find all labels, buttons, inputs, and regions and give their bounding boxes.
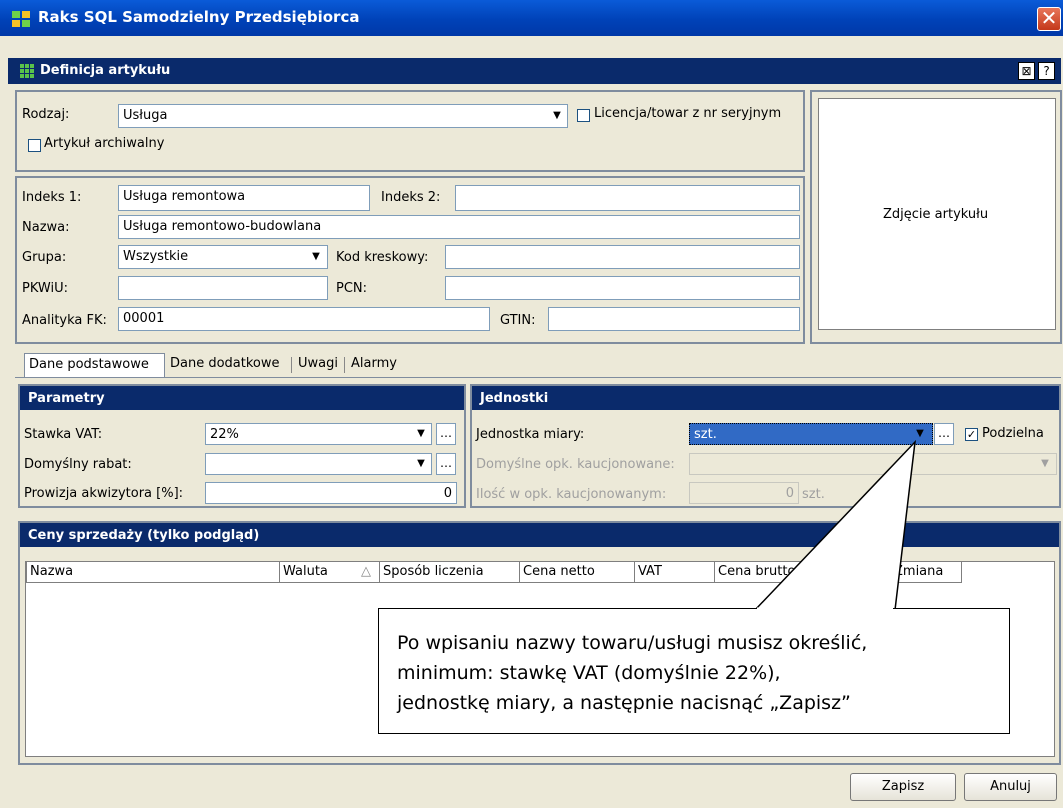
archiwalny-label: Artykuł archiwalny (44, 136, 165, 151)
restore-icon[interactable]: ⊠ (1018, 62, 1035, 80)
gtin-label: GTIN: (500, 313, 536, 328)
col-waluta[interactable]: Waluta △ (280, 561, 380, 583)
jm-select[interactable]: szt. (689, 423, 933, 445)
analityka-label: Analityka FK: (22, 313, 107, 328)
kod-input[interactable] (445, 245, 800, 269)
vat-label: Stawka VAT: (24, 427, 103, 442)
kod-label: Kod kreskowy: (336, 250, 429, 265)
callout-line: Po wpisaniu nazwy towaru/usługi musisz o… (397, 632, 868, 654)
opk-select[interactable] (689, 453, 1057, 475)
callout-text: Po wpisaniu nazwy towaru/usługi musisz o… (397, 628, 867, 718)
podzielna-checkbox[interactable]: ✓ (965, 428, 978, 441)
tab-dane-podstawowe[interactable]: Dane podstawowe (24, 353, 165, 377)
rabat-label: Domyślny rabat: (24, 457, 132, 472)
parametry-title: Parametry (20, 386, 464, 410)
col-cena-brutto[interactable]: Cena brutto (715, 561, 840, 583)
col-vat[interactable]: VAT (635, 561, 715, 583)
form-header: Definicja artykułu ⊠ ? (8, 58, 1061, 84)
chevron-down-icon[interactable]: ▼ (412, 454, 430, 474)
pcn-label: PCN: (336, 281, 368, 296)
app-icon (12, 11, 30, 27)
chevron-down-icon[interactable]: ▼ (548, 106, 566, 126)
rabat-select[interactable] (205, 453, 432, 475)
jm-label: Jednostka miary: (476, 427, 585, 442)
window-title-bar[interactable]: Raks SQL Samodzielny Przedsiębiorca ✕ (0, 0, 1063, 36)
rodzaj-group (15, 90, 805, 172)
help-icon[interactable]: ? (1038, 62, 1055, 80)
grupa-label: Grupa: (22, 250, 67, 265)
pcn-input[interactable] (445, 276, 800, 300)
chevron-down-icon[interactable]: ▼ (307, 247, 325, 267)
vat-ellipsis-button[interactable]: … (436, 423, 456, 445)
chevron-down-icon[interactable]: ▼ (911, 424, 929, 444)
chevron-down-icon[interactable]: ▼ (412, 424, 430, 444)
indeks1-label: Indeks 1: (22, 190, 82, 205)
ceny-title: Ceny sprzedaży (tylko podgląd) (20, 523, 1059, 547)
col-zmiana[interactable]: Zmiana (840, 561, 962, 583)
form-title: Definicja artykułu (40, 63, 171, 78)
pkwiu-label: PKWiU: (22, 281, 68, 296)
col-nazwa[interactable]: Nazwa (26, 561, 280, 583)
pkwiu-input[interactable] (118, 276, 328, 300)
rodzaj-label: Rodzaj: (22, 107, 70, 122)
callout-line: jednostkę miary, a następnie nacisnąć „Z… (397, 692, 851, 714)
col-cena-netto[interactable]: Cena netto (520, 561, 635, 583)
close-icon[interactable]: ✕ (1037, 7, 1061, 31)
tab-separator (291, 357, 292, 373)
grupa-select[interactable]: Wszystkie (118, 245, 328, 269)
podzielna-label: Podzielna (982, 426, 1044, 441)
licencja-checkbox[interactable] (577, 109, 590, 122)
tab-divider (15, 377, 1061, 378)
chevron-down-icon[interactable]: ▼ (1036, 454, 1054, 474)
tab-separator (344, 357, 345, 373)
analityka-input[interactable]: 00001 (118, 307, 490, 331)
nazwa-input[interactable]: Usługa remontowo-budowlana (118, 215, 800, 239)
callout-line: minimum: stawkę VAT (domyślnie 22%), (397, 662, 781, 684)
prowizja-input[interactable]: 0 (205, 482, 457, 504)
ilosc-input[interactable]: 0 (689, 482, 799, 504)
licencja-label: Licencja/towar z nr seryjnym (594, 106, 782, 121)
jednostki-title: Jednostki (472, 386, 1059, 410)
tab-uwagi[interactable]: Uwagi (294, 353, 342, 377)
opk-label: Domyślne opk. kaucjonowane: (476, 457, 675, 472)
jm-ellipsis-button[interactable]: … (934, 423, 954, 445)
cancel-button[interactable]: Anuluj (964, 773, 1057, 801)
sort-icon: △ (361, 564, 371, 579)
tab-dane-dodatkowe[interactable]: Dane dodatkowe (166, 353, 284, 377)
window-title: Raks SQL Samodzielny Przedsiębiorca (38, 8, 360, 26)
indeks2-input[interactable] (455, 185, 800, 211)
save-button[interactable]: Zapisz (850, 773, 956, 801)
tab-alarmy[interactable]: Alarmy (347, 353, 401, 377)
ilosc-unit: szt. (802, 487, 825, 502)
vat-select[interactable]: 22% (205, 423, 432, 445)
photo-label: Zdjęcie artykułu (883, 207, 989, 222)
grid-icon (20, 64, 34, 78)
rodzaj-select[interactable]: Usługa (118, 104, 568, 128)
rabat-ellipsis-button[interactable]: … (436, 453, 456, 475)
gtin-input[interactable] (548, 307, 800, 331)
prowizja-label: Prowizja akwizytora [%]: (24, 486, 184, 501)
ilosc-label: Ilość w opk. kaucjonowanym: (476, 487, 667, 502)
nazwa-label: Nazwa: (22, 220, 70, 235)
indeks1-input[interactable]: Usługa remontowa (118, 185, 370, 211)
archiwalny-checkbox[interactable] (28, 139, 41, 152)
col-sposob[interactable]: Sposób liczenia (380, 561, 520, 583)
indeks2-label: Indeks 2: (381, 190, 441, 205)
